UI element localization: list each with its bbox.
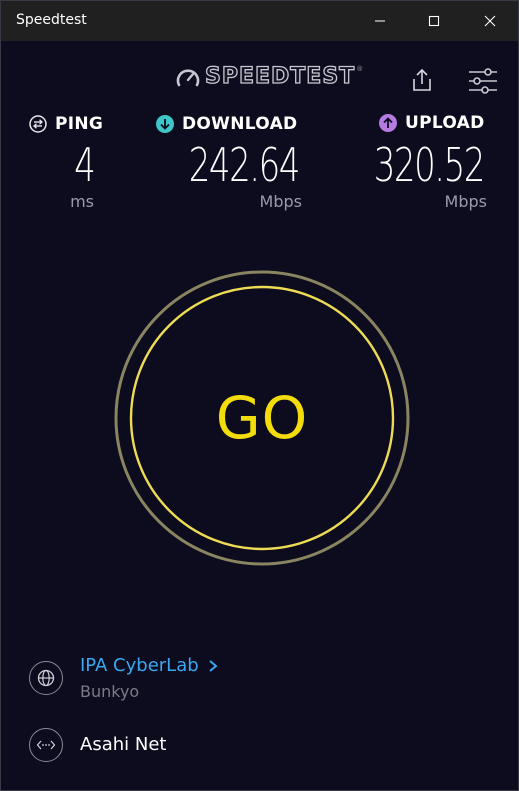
server-select-link[interactable]: IPA CyberLab bbox=[80, 655, 220, 676]
settings-button[interactable] bbox=[465, 65, 501, 97]
upload-value: 320.52 bbox=[373, 138, 486, 192]
ping-value: 4 bbox=[73, 138, 96, 192]
globe-icon bbox=[37, 669, 55, 687]
server-globe-badge bbox=[29, 661, 63, 695]
provider-name: Asahi Net bbox=[80, 734, 167, 755]
go-label: GO bbox=[215, 384, 309, 452]
chevron-right-icon bbox=[209, 659, 218, 672]
download-unit: Mbps bbox=[259, 192, 302, 211]
minimize-button[interactable] bbox=[357, 1, 403, 41]
title-bar: Speedtest bbox=[1, 1, 518, 41]
go-button[interactable]: GO bbox=[113, 269, 411, 567]
close-button[interactable] bbox=[467, 1, 513, 41]
maximize-icon bbox=[428, 15, 440, 27]
download-header: DOWNLOAD bbox=[156, 114, 297, 134]
connection-icon bbox=[36, 740, 56, 750]
ping-icon bbox=[29, 115, 47, 133]
ping-label: PING bbox=[55, 114, 104, 134]
download-value: 242.64 bbox=[188, 138, 301, 192]
window-title: Speedtest bbox=[16, 12, 87, 28]
provider-badge bbox=[29, 728, 63, 762]
share-button[interactable] bbox=[407, 65, 437, 95]
server-name: IPA CyberLab bbox=[80, 655, 199, 676]
share-icon bbox=[413, 68, 431, 91]
upload-label: UPLOAD bbox=[405, 113, 485, 133]
close-icon bbox=[484, 15, 496, 27]
download-label: DOWNLOAD bbox=[182, 114, 298, 134]
ping-header: PING bbox=[29, 114, 103, 134]
speedtest-logo: SPEEDTEST ® bbox=[175, 63, 364, 90]
server-location: Bunkyo bbox=[80, 682, 140, 701]
minimize-icon bbox=[375, 20, 385, 22]
upload-arrow-icon bbox=[379, 114, 397, 132]
trademark-symbol: ® bbox=[356, 64, 364, 73]
upload-header: UPLOAD bbox=[379, 113, 485, 133]
speedtest-window: Speedtest SPEEDTEST ® PING 4 ms DOWNLOAD… bbox=[0, 0, 519, 791]
maximize-button[interactable] bbox=[411, 1, 457, 41]
logo-text: SPEEDTEST bbox=[204, 63, 356, 89]
gauge-logo-icon bbox=[176, 68, 200, 86]
download-arrow-icon bbox=[156, 115, 174, 133]
ping-unit: ms bbox=[70, 192, 94, 211]
upload-unit: Mbps bbox=[444, 192, 487, 211]
settings-sliders-icon bbox=[469, 68, 497, 94]
